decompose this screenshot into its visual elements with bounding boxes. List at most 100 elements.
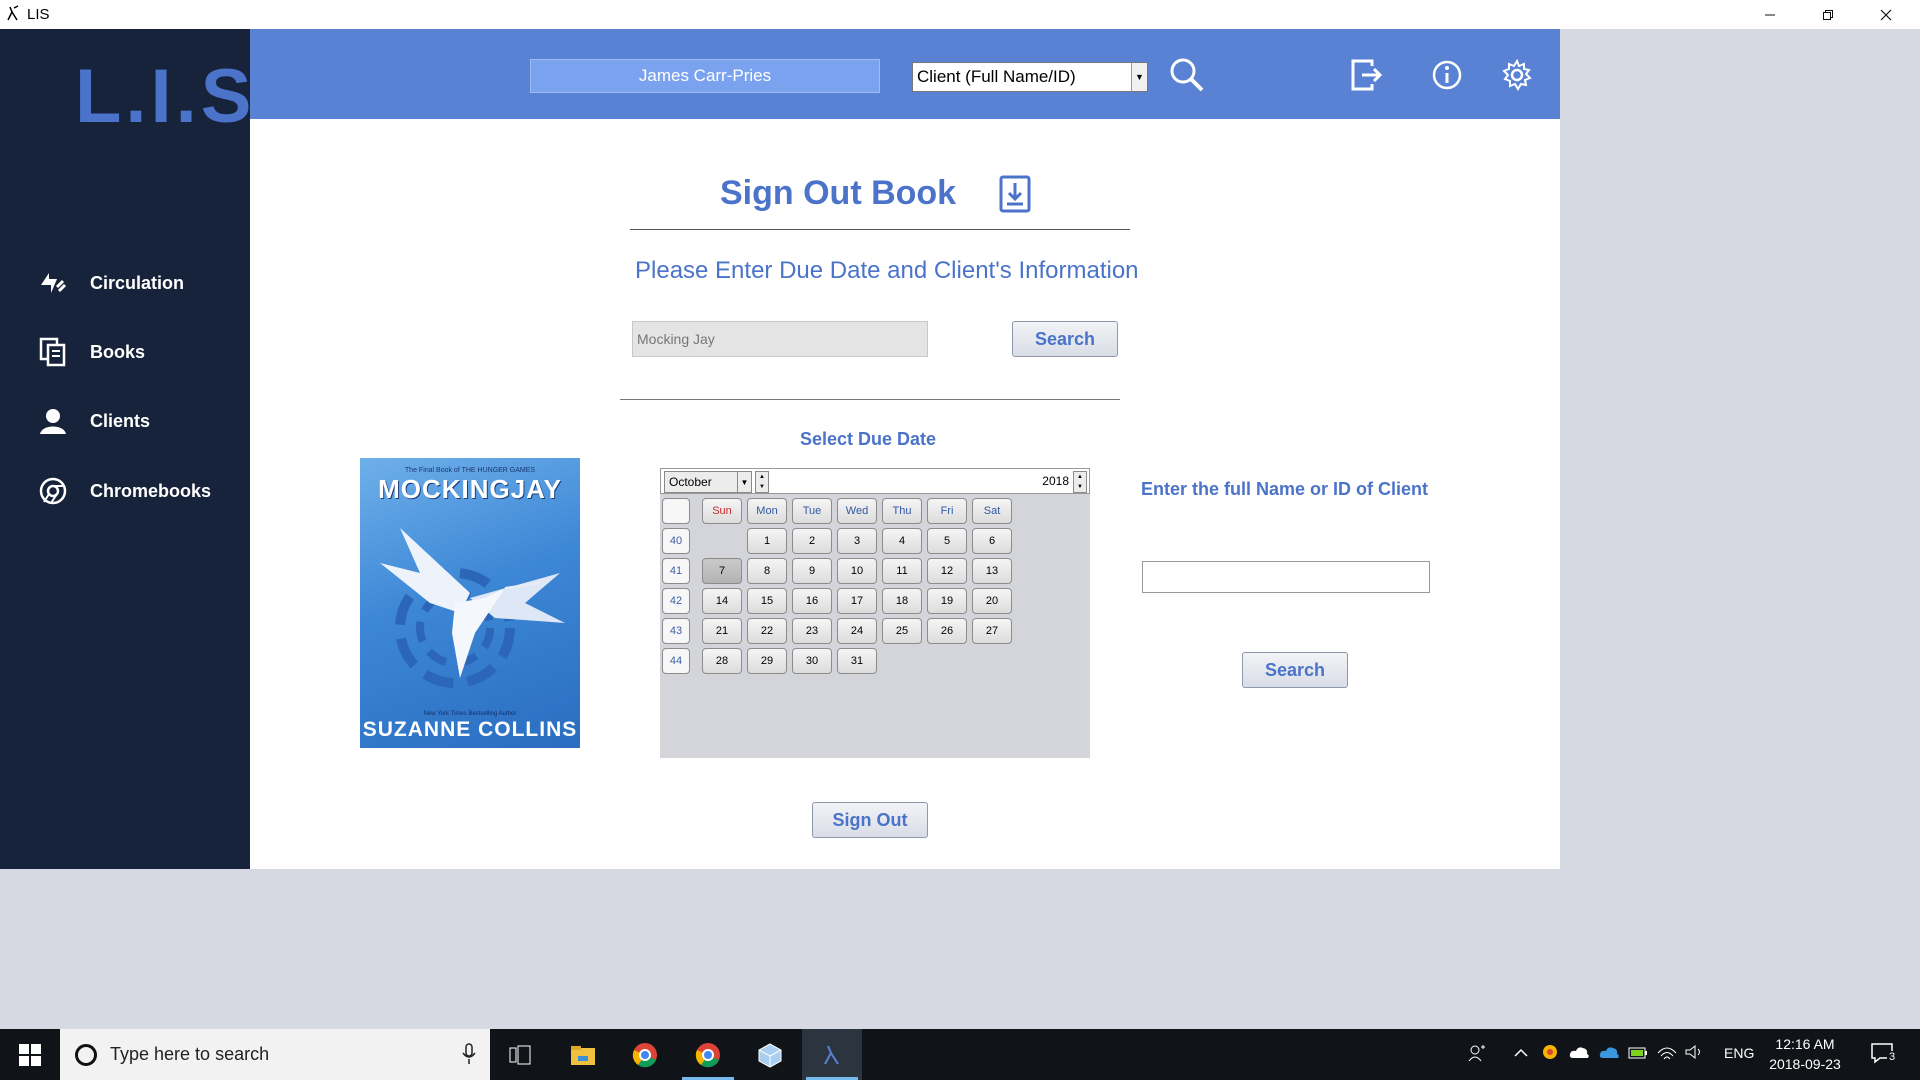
volume-icon[interactable]: [1684, 1043, 1706, 1064]
due-date-label: Select Due Date: [800, 429, 937, 449]
calendar-day[interactable]: 7: [702, 558, 742, 584]
notification-count: 3: [1887, 1051, 1898, 1063]
calendar-day[interactable]: 22: [747, 618, 787, 644]
day-of-week-header: Tue: [792, 498, 832, 524]
calendar-day[interactable]: 24: [837, 618, 877, 644]
file-explorer-button[interactable]: [553, 1029, 613, 1080]
calendar-day[interactable]: 5: [927, 528, 967, 554]
calendar-day[interactable]: 2: [792, 528, 832, 554]
chevron-down-icon: ▼: [1131, 63, 1147, 91]
start-button[interactable]: [0, 1029, 60, 1080]
calendar-day[interactable]: 6: [972, 528, 1012, 554]
sidebar-item-label: Books: [90, 341, 146, 362]
client-search-button[interactable]: Search: [1242, 652, 1348, 688]
calendar-day[interactable]: 28: [702, 648, 742, 674]
taskbar-search[interactable]: Type here to search: [60, 1029, 490, 1080]
people-icon[interactable]: [1467, 1043, 1487, 1066]
calendar-corner-cell: [662, 498, 690, 524]
section-divider: [620, 399, 1120, 400]
page-subtitle: Please Enter Due Date and Client's Infor…: [635, 257, 1139, 284]
sidebar-item-books[interactable]: Books: [36, 332, 236, 372]
calendar-day[interactable]: 27: [972, 618, 1012, 644]
tray-app-icon[interactable]: [1541, 1043, 1559, 1064]
month-spinner[interactable]: ▲ ▼: [755, 471, 769, 493]
calendar-day[interactable]: 3: [837, 528, 877, 554]
clients-icon: [36, 404, 70, 438]
sidebar-item-circulation[interactable]: Circulation: [36, 263, 236, 303]
calendar-day[interactable]: 29: [747, 648, 787, 674]
day-of-week-header: Fri: [927, 498, 967, 524]
search-button[interactable]: [1167, 55, 1207, 95]
minimize-button[interactable]: [1741, 0, 1799, 29]
battery-icon[interactable]: [1627, 1043, 1649, 1064]
calendar-day[interactable]: 9: [792, 558, 832, 584]
cover-series-line: The Final Book of THE HUNGER GAMES: [404, 467, 536, 474]
system-clock[interactable]: 12:16 AM 2018-09-23: [1760, 1034, 1850, 1074]
calendar-day[interactable]: 31: [837, 648, 877, 674]
calendar-day[interactable]: 8: [747, 558, 787, 584]
month-select[interactable]: October ▼: [664, 471, 752, 493]
month-value: October: [669, 475, 712, 489]
title-divider: [630, 229, 1130, 230]
wifi-icon[interactable]: [1656, 1043, 1678, 1064]
calendar-day[interactable]: 21: [702, 618, 742, 644]
task-view-button[interactable]: [490, 1029, 550, 1080]
chrome-window-button[interactable]: [678, 1029, 738, 1080]
logout-button[interactable]: [1347, 55, 1387, 95]
chromebook-icon: [36, 474, 70, 508]
calendar-day[interactable]: 17: [837, 588, 877, 614]
cover-author: SUZANNE COLLINS: [362, 718, 578, 741]
mockingjay-bird-icon: [380, 528, 565, 688]
calendar-day[interactable]: 13: [972, 558, 1012, 584]
chevron-up-icon[interactable]: [1513, 1043, 1529, 1066]
chrome-button[interactable]: [615, 1029, 675, 1080]
calendar-day[interactable]: 19: [927, 588, 967, 614]
close-button[interactable]: [1857, 0, 1915, 29]
client-search-input[interactable]: [1142, 561, 1430, 593]
language-indicator[interactable]: ENG: [1724, 1045, 1754, 1061]
restore-button[interactable]: [1799, 0, 1857, 29]
search-mode-select[interactable]: Client (Full Name/ID) ▼: [912, 62, 1148, 92]
sidebar-item-clients[interactable]: Clients: [36, 401, 236, 441]
calendar-day[interactable]: 16: [792, 588, 832, 614]
calendar-day[interactable]: 18: [882, 588, 922, 614]
year-spinner[interactable]: ▲ ▼: [1073, 471, 1087, 493]
calendar-day[interactable]: 25: [882, 618, 922, 644]
calendar-day[interactable]: 23: [792, 618, 832, 644]
lis-app-button[interactable]: [802, 1029, 862, 1080]
book-search-button[interactable]: Search: [1012, 321, 1118, 357]
taskbar-search-placeholder: Type here to search: [110, 1044, 270, 1064]
calendar-day[interactable]: 4: [882, 528, 922, 554]
calendar-day[interactable]: 12: [927, 558, 967, 584]
calendar-day[interactable]: 30: [792, 648, 832, 674]
calendar-day[interactable]: 20: [972, 588, 1012, 614]
cover-tagline: New York Times Bestselling Author: [423, 711, 517, 717]
virtualbox-button[interactable]: [740, 1029, 800, 1080]
settings-button[interactable]: [1497, 55, 1537, 95]
calendar-day[interactable]: 26: [927, 618, 967, 644]
book-search-input[interactable]: Mocking Jay: [632, 321, 928, 357]
cloud-icon[interactable]: [1568, 1043, 1590, 1064]
year-value: 2018: [1042, 474, 1069, 488]
chrome-icon: [695, 1042, 720, 1067]
info-button[interactable]: [1427, 55, 1467, 95]
calendar-day[interactable]: 11: [882, 558, 922, 584]
chevron-down-icon: ▼: [737, 472, 751, 492]
onedrive-icon[interactable]: [1598, 1043, 1620, 1064]
calendar-day[interactable]: 15: [747, 588, 787, 614]
sign-out-button[interactable]: Sign Out: [812, 802, 928, 838]
sidebar: Circulation Books Clients Chromebooks: [0, 29, 250, 869]
day-of-week-header: Mon: [747, 498, 787, 524]
book-cover-image: The Final Book of THE HUNGER GAMES MOCKI…: [360, 458, 580, 748]
notification-center-button[interactable]: 3: [1870, 1041, 1898, 1068]
day-of-week-header: Thu: [882, 498, 922, 524]
calendar-day[interactable]: 1: [747, 528, 787, 554]
taskbar: Type here to search ENG 12:16 AM 2018-09…: [0, 1029, 1920, 1080]
header-user-field[interactable]: James Carr-Pries: [530, 59, 880, 93]
calendar-day[interactable]: 14: [702, 588, 742, 614]
calendar-day[interactable]: 10: [837, 558, 877, 584]
microphone-icon[interactable]: [462, 1043, 476, 1070]
sidebar-item-chromebooks[interactable]: Chromebooks: [36, 471, 236, 511]
week-number: 43: [662, 618, 690, 644]
logout-icon: [1351, 59, 1383, 91]
